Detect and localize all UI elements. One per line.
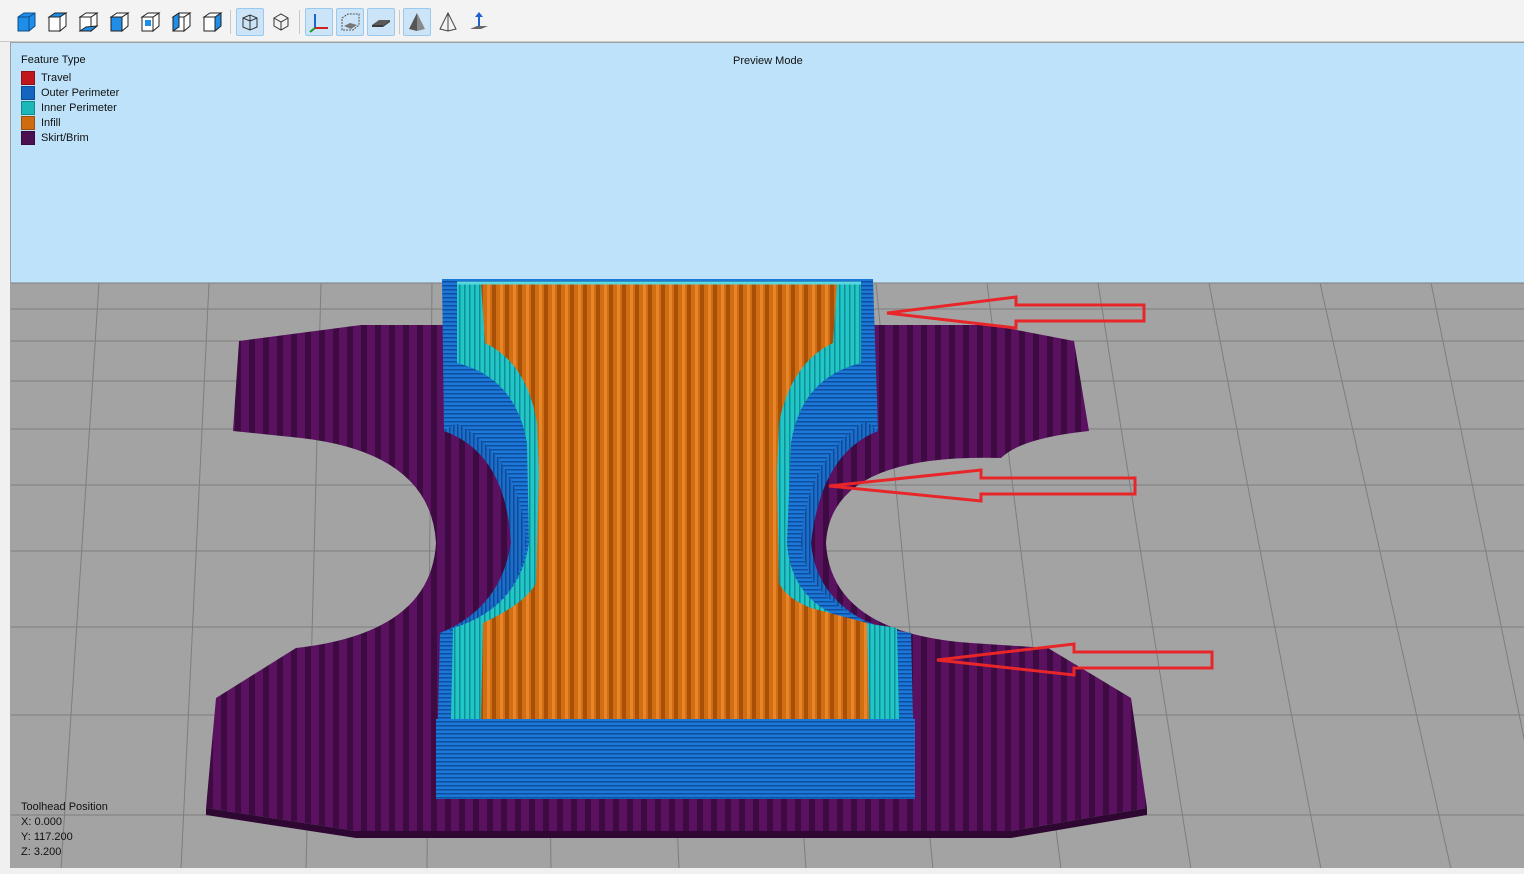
gcode-preview-scene[interactable]	[11, 43, 1524, 868]
view-back-icon	[140, 12, 161, 33]
solid-render-icon	[409, 13, 425, 31]
legend-item-label: Inner Perimeter	[41, 101, 117, 114]
legend-swatch	[21, 85, 35, 100]
legend-item-inner-perimeter: Inner Perimeter	[21, 100, 119, 115]
toolhead-position-panel: Toolhead Position X: 0.000 Y: 117.200 Z:…	[21, 800, 108, 860]
background-sky	[11, 43, 1524, 283]
wireframe-render-icon	[439, 11, 457, 32]
legend-item-label: Skirt/Brim	[41, 131, 89, 144]
wireframe-render-button[interactable]	[434, 8, 462, 36]
feature-type-legend: Feature Type Travel Outer Perimeter Inne…	[21, 54, 119, 145]
toolbar-separator	[399, 10, 400, 34]
perspective-button[interactable]	[236, 8, 264, 36]
view-left-button[interactable]	[167, 8, 195, 36]
preview-mode-label: Preview Mode	[733, 55, 803, 67]
bounding-box-button[interactable]	[336, 8, 364, 36]
view-top-icon	[47, 12, 68, 33]
view-toolbar	[0, 0, 1524, 42]
toolbar-separator	[230, 10, 231, 34]
axes-button[interactable]	[305, 8, 333, 36]
toolhead-y: Y: 117.200	[21, 831, 73, 843]
view-front-icon	[109, 12, 130, 33]
legend-item-skirt-brim: Skirt/Brim	[21, 130, 119, 145]
legend-title: Feature Type	[21, 54, 86, 66]
view-iso-icon	[17, 12, 36, 32]
view-iso-button[interactable]	[12, 8, 40, 36]
build-plate-icon	[372, 20, 390, 27]
set-origin-button[interactable]	[465, 8, 493, 36]
legend-swatch	[21, 115, 35, 130]
perspective-icon	[242, 14, 258, 31]
legend-swatch	[21, 100, 35, 115]
build-plate-button[interactable]	[367, 8, 395, 36]
view-bottom-button[interactable]	[74, 8, 102, 36]
view-bottom-icon	[78, 12, 99, 33]
solid-render-button[interactable]	[403, 8, 431, 36]
legend-item-label: Travel	[41, 71, 72, 84]
toolbar-separator	[299, 10, 300, 34]
legend-swatch	[21, 70, 35, 85]
view-right-button[interactable]	[198, 8, 226, 36]
view-left-icon	[171, 12, 192, 33]
orthographic-button[interactable]	[267, 8, 295, 36]
view-right-icon	[202, 12, 223, 33]
view-front-button[interactable]	[105, 8, 133, 36]
toolhead-z: Z: 3.200	[21, 846, 62, 858]
legend-item-outer-perimeter: Outer Perimeter	[21, 85, 119, 100]
orthographic-icon	[273, 13, 289, 31]
bounding-box-icon	[341, 13, 360, 31]
legend-item-travel: Travel	[21, 70, 119, 85]
legend-item-label: Infill	[41, 116, 61, 129]
set-origin-icon	[470, 12, 488, 29]
legend-item-label: Outer Perimeter	[41, 86, 120, 99]
view-top-button[interactable]	[43, 8, 71, 36]
view-back-button[interactable]	[136, 8, 164, 36]
toolhead-title: Toolhead Position	[21, 801, 108, 813]
toolhead-x: X: 0.000	[21, 816, 62, 828]
legend-item-infill: Infill	[21, 115, 119, 130]
3d-viewport[interactable]: Feature Type Travel Outer Perimeter Inne…	[10, 42, 1524, 868]
legend-swatch	[21, 130, 35, 145]
axes-icon	[309, 14, 328, 33]
